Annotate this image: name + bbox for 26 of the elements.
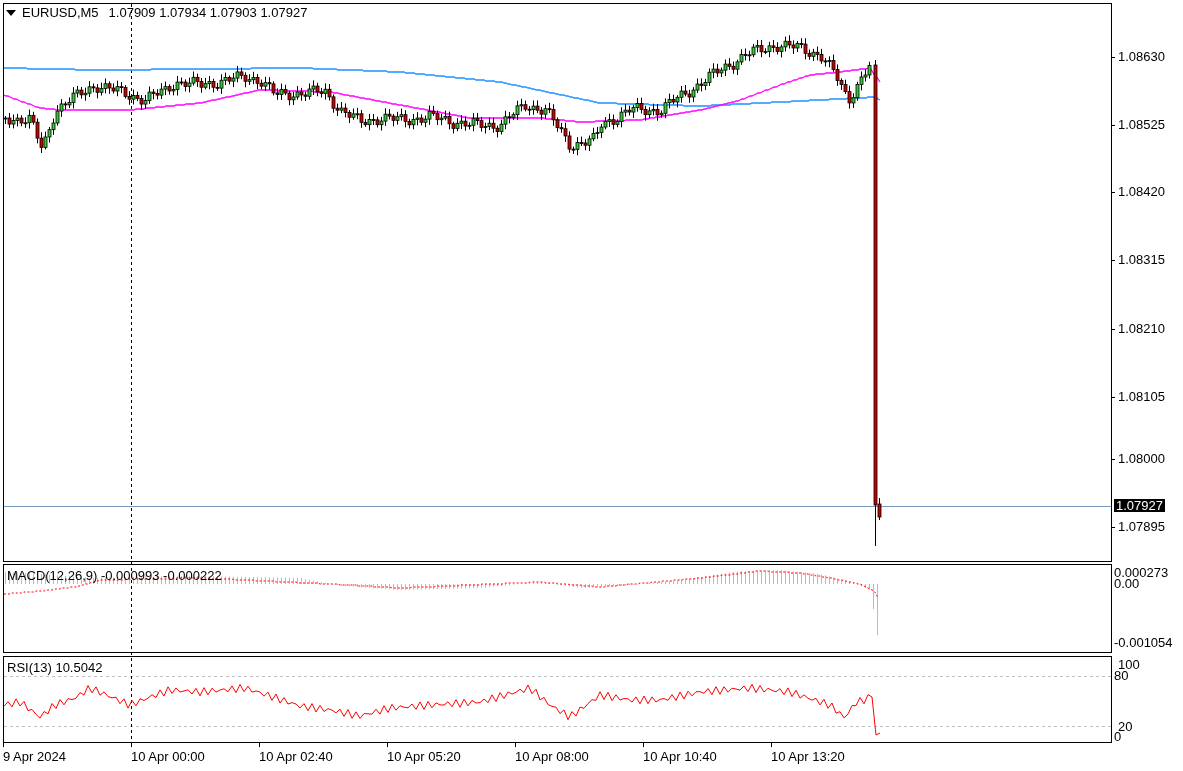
axis-label: 80 — [1114, 669, 1129, 682]
axis-label: 0.000273 — [1114, 566, 1169, 579]
time-label: 9 Apr 2024 — [3, 750, 66, 763]
indicator-title: RSI(13) 10.5042 — [7, 661, 103, 674]
price-label: 1.08000 — [1118, 452, 1165, 465]
time-label: 10 Apr 00:00 — [131, 750, 205, 763]
time-label: 10 Apr 13:20 — [771, 750, 845, 763]
time-label: 10 Apr 05:20 — [387, 750, 461, 763]
dropdown-icon[interactable] — [6, 9, 16, 16]
symbol-label: EURUSD,M5 — [22, 6, 99, 19]
time-label: 10 Apr 08:00 — [515, 750, 589, 763]
indicator-title: MACD(12,26,9) -0.000993 -0.000222 — [7, 569, 222, 582]
ohlc-values: 1.07909 1.07934 1.07903 1.07927 — [108, 6, 308, 19]
price-label: 1.08105 — [1118, 390, 1165, 403]
price-label: 1.08315 — [1118, 253, 1165, 266]
price-label: 1.07895 — [1118, 520, 1165, 533]
price-label: 1.08525 — [1118, 118, 1165, 131]
axis-label: 100 — [1118, 658, 1140, 671]
price-label: 1.08210 — [1118, 322, 1165, 335]
time-label: 10 Apr 10:40 — [643, 750, 717, 763]
axis-label: -0.001054 — [1114, 636, 1173, 649]
current-price-label: 1.07927 — [1114, 499, 1165, 512]
price-label: 1.08630 — [1118, 50, 1165, 63]
time-label: 10 Apr 02:40 — [259, 750, 333, 763]
price-label: 1.08420 — [1118, 185, 1165, 198]
axis-label: 0.00 — [1114, 577, 1140, 590]
